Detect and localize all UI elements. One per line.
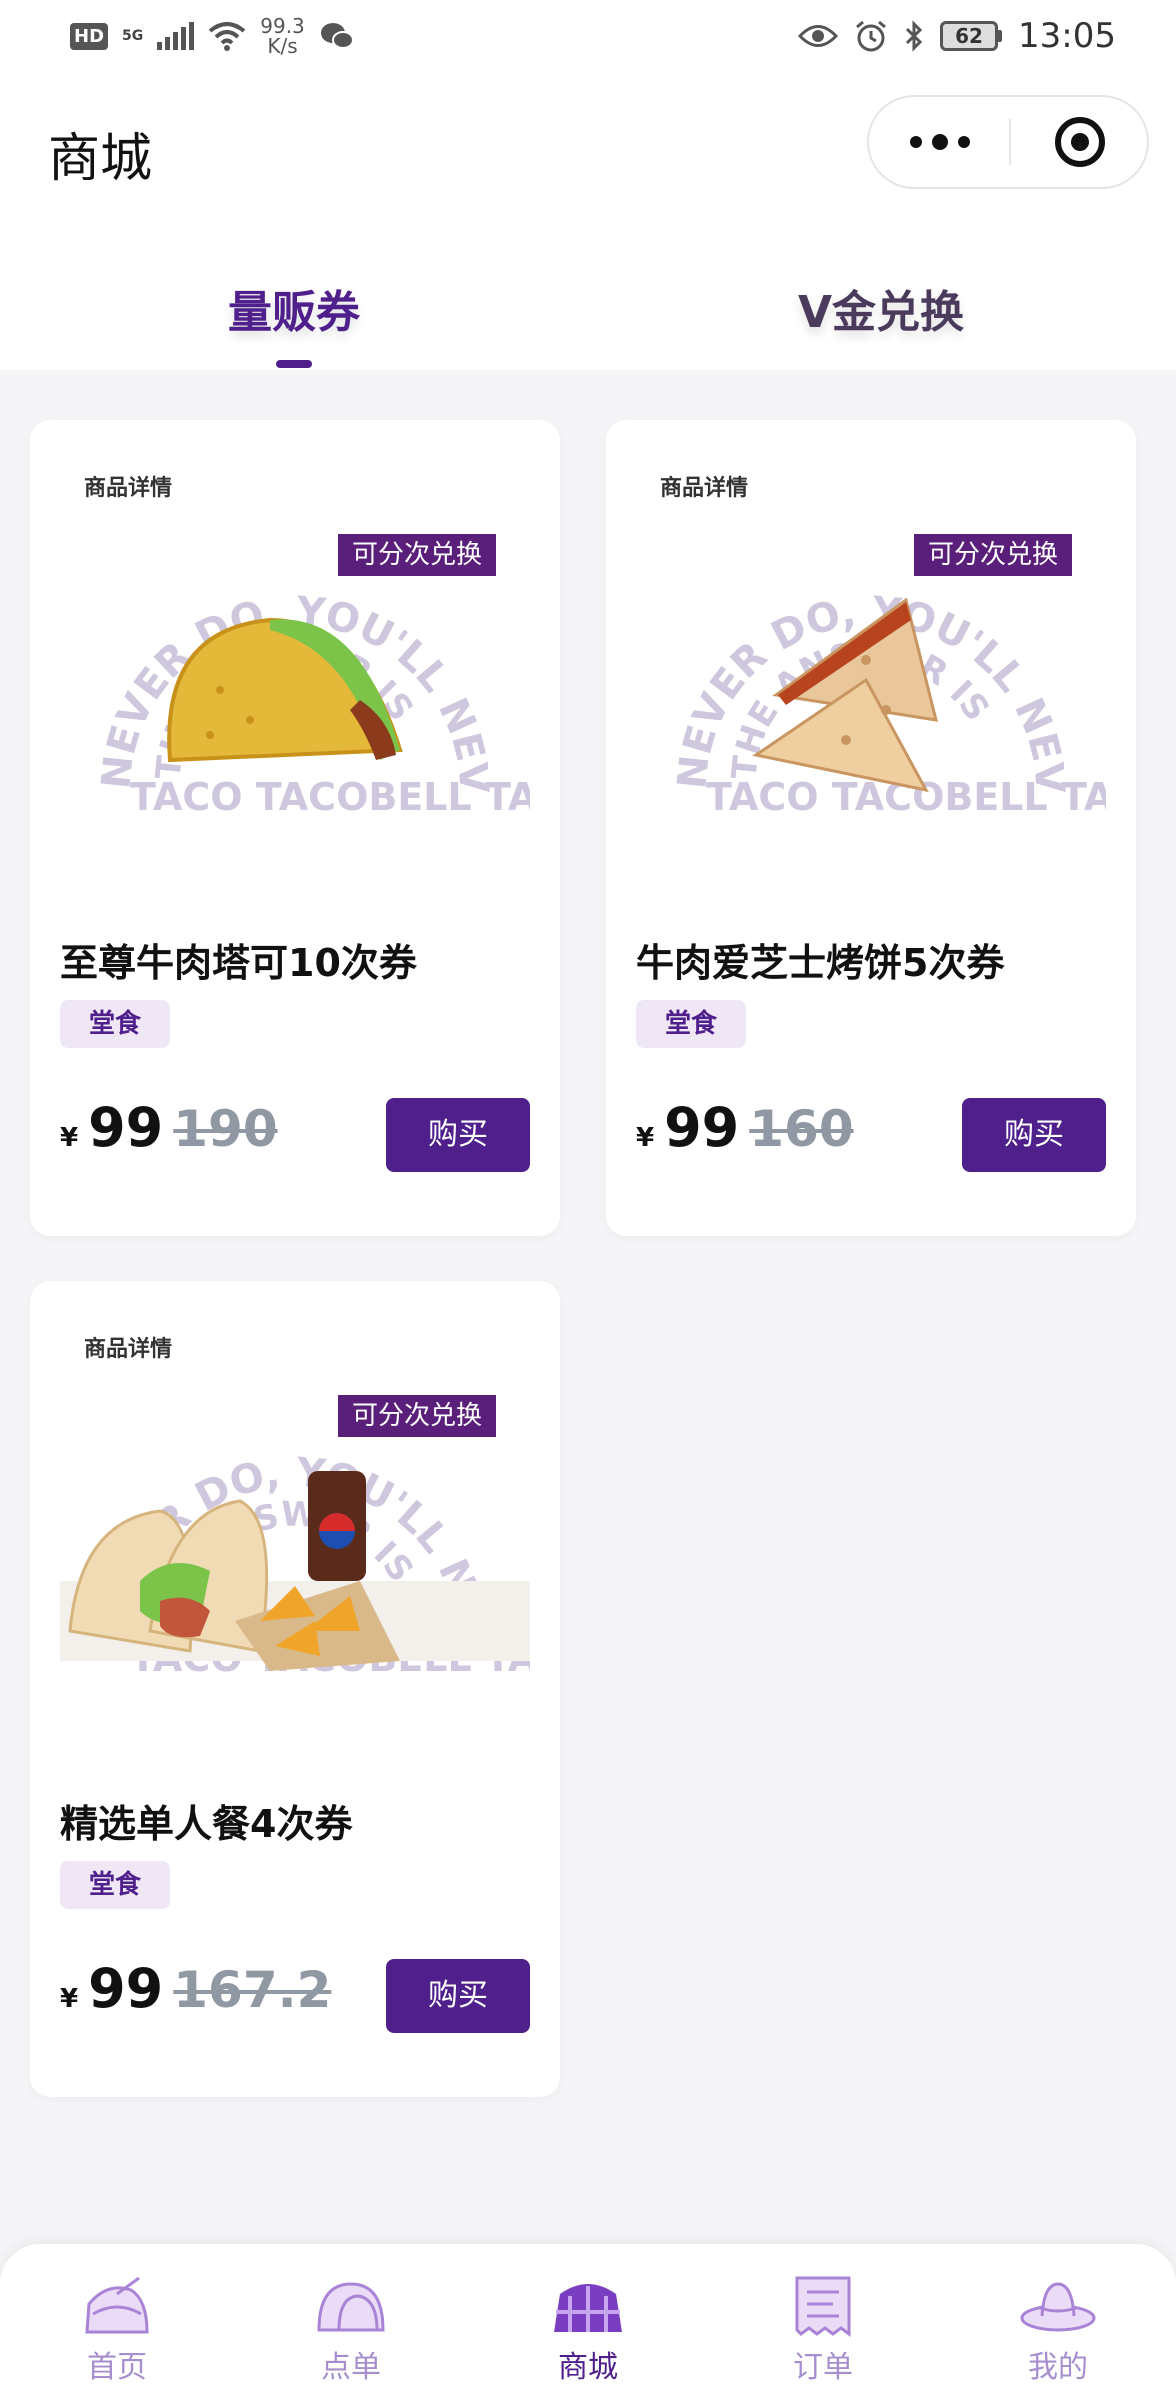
nav-bar: 商城 [0, 72, 1176, 220]
product-card[interactable]: 商品详情 NEVER DO, YOU'LL NEVER KNOW THE ANS… [30, 420, 560, 1236]
battery-icon: 62 [940, 21, 1003, 51]
close-mini-program-button[interactable] [1010, 97, 1149, 187]
tabbar-label: 我的 [1028, 2350, 1088, 2385]
clock: 13:05 [1018, 16, 1116, 56]
more-dot-icon [957, 136, 970, 148]
product-detail-link[interactable]: 商品详情 [660, 470, 748, 502]
partial-redeem-tag: 可分次兑换 [914, 534, 1073, 576]
tabbar-label: 商城 [558, 2350, 618, 2385]
buy-button[interactable]: 购买 [386, 1098, 530, 1172]
partial-redeem-tag: 可分次兑换 [338, 534, 497, 576]
original-price: 190 [173, 1100, 278, 1158]
hd-icon: HD [70, 22, 109, 50]
product-title: 牛肉爱芝士烤饼5次券 [636, 941, 1005, 985]
original-price: 167.2 [173, 1961, 332, 2019]
home-taco-icon [85, 2276, 149, 2334]
tabbar-label: 点单 [321, 2350, 381, 2385]
top-tabs: 量贩券 V金兑换 [0, 220, 1176, 370]
bottom-tab-bar: 首页 点单 商城 订单 我的 [0, 2244, 1176, 2400]
current-price: 99 [664, 1096, 740, 1159]
product-title: 精选单人餐4次券 [60, 1802, 353, 1846]
dine-in-badge: 堂食 [636, 1000, 746, 1048]
signal-icon [157, 22, 195, 50]
target-close-icon [1054, 117, 1105, 167]
tab-v-gold-exchange[interactable]: V金兑换 [798, 276, 964, 340]
price-row: ¥ 99 160 [636, 1096, 854, 1159]
original-price: 160 [749, 1100, 854, 1158]
tabbar-item-home[interactable]: 首页 [57, 2274, 177, 2394]
wechat-icon [320, 23, 354, 49]
tabbar-item-me[interactable]: 我的 [998, 2274, 1118, 2394]
product-detail-link[interactable]: 商品详情 [84, 470, 172, 502]
buy-button[interactable]: 购买 [962, 1098, 1106, 1172]
tab-active-indicator [276, 360, 312, 368]
dine-in-badge: 堂食 [60, 1861, 170, 1909]
price-row: ¥ 99 167.2 [60, 1957, 331, 2020]
partial-redeem-tag: 可分次兑换 [338, 1395, 497, 1437]
product-card[interactable]: 商品详情 NEVER DO, YOU'LL NEVER KNOW THE ANS… [606, 420, 1136, 1236]
page-title: 商城 [48, 129, 153, 189]
mini-program-capsule [867, 95, 1149, 189]
product-title: 至尊牛肉塔可10次券 [60, 941, 417, 985]
wifi-icon [208, 22, 246, 51]
eye-icon [798, 25, 839, 47]
currency-symbol: ¥ [636, 1123, 655, 1153]
status-bar: HD 5G 99.3 K/s 62 13:05 [0, 0, 1176, 72]
tabbar-item-orders[interactable]: 订单 [763, 2274, 883, 2394]
status-left: HD 5G 99.3 K/s [70, 16, 355, 56]
currency-symbol: ¥ [60, 1123, 79, 1153]
speed-unit: K/s [267, 34, 298, 58]
tabbar-item-mall[interactable]: 商城 [528, 2274, 648, 2394]
sombrero-icon [1020, 2282, 1096, 2332]
price-row: ¥ 99 190 [60, 1096, 278, 1159]
buy-button[interactable]: 购买 [386, 1959, 530, 2033]
order-taco-icon [317, 2282, 385, 2332]
alarm-icon [856, 20, 886, 52]
dine-in-badge: 堂食 [60, 1000, 170, 1048]
more-dot-icon [931, 134, 948, 150]
tab-bulk-coupon[interactable]: 量贩券 [228, 276, 360, 340]
currency-symbol: ¥ [60, 1984, 79, 2014]
tabbar-item-order[interactable]: 点单 [291, 2274, 411, 2394]
speed-value: 99.3 [260, 14, 305, 38]
svg-text:TACO TACOBELL TACO: TACO TACOBELL TACO [130, 775, 530, 819]
more-dot-icon [909, 136, 922, 148]
network-type: 5G [122, 28, 144, 44]
current-price: 99 [88, 1096, 164, 1159]
tabbar-label: 首页 [87, 2350, 147, 2385]
receipt-icon [795, 2276, 851, 2337]
bluetooth-icon [905, 20, 923, 52]
current-price: 99 [88, 1957, 164, 2020]
product-detail-link[interactable]: 商品详情 [84, 1331, 172, 1363]
battery-level: 62 [940, 21, 999, 51]
mall-icon [554, 2284, 622, 2332]
product-card[interactable]: 商品详情 NEVER DO, YOU'LL NEVER KNOW THE ANS… [30, 1281, 560, 2097]
more-menu-button[interactable] [869, 97, 1010, 187]
network-speed: 99.3 K/s [260, 16, 305, 56]
status-right: 62 13:05 [798, 16, 1116, 56]
tabbar-label: 订单 [793, 2350, 853, 2385]
